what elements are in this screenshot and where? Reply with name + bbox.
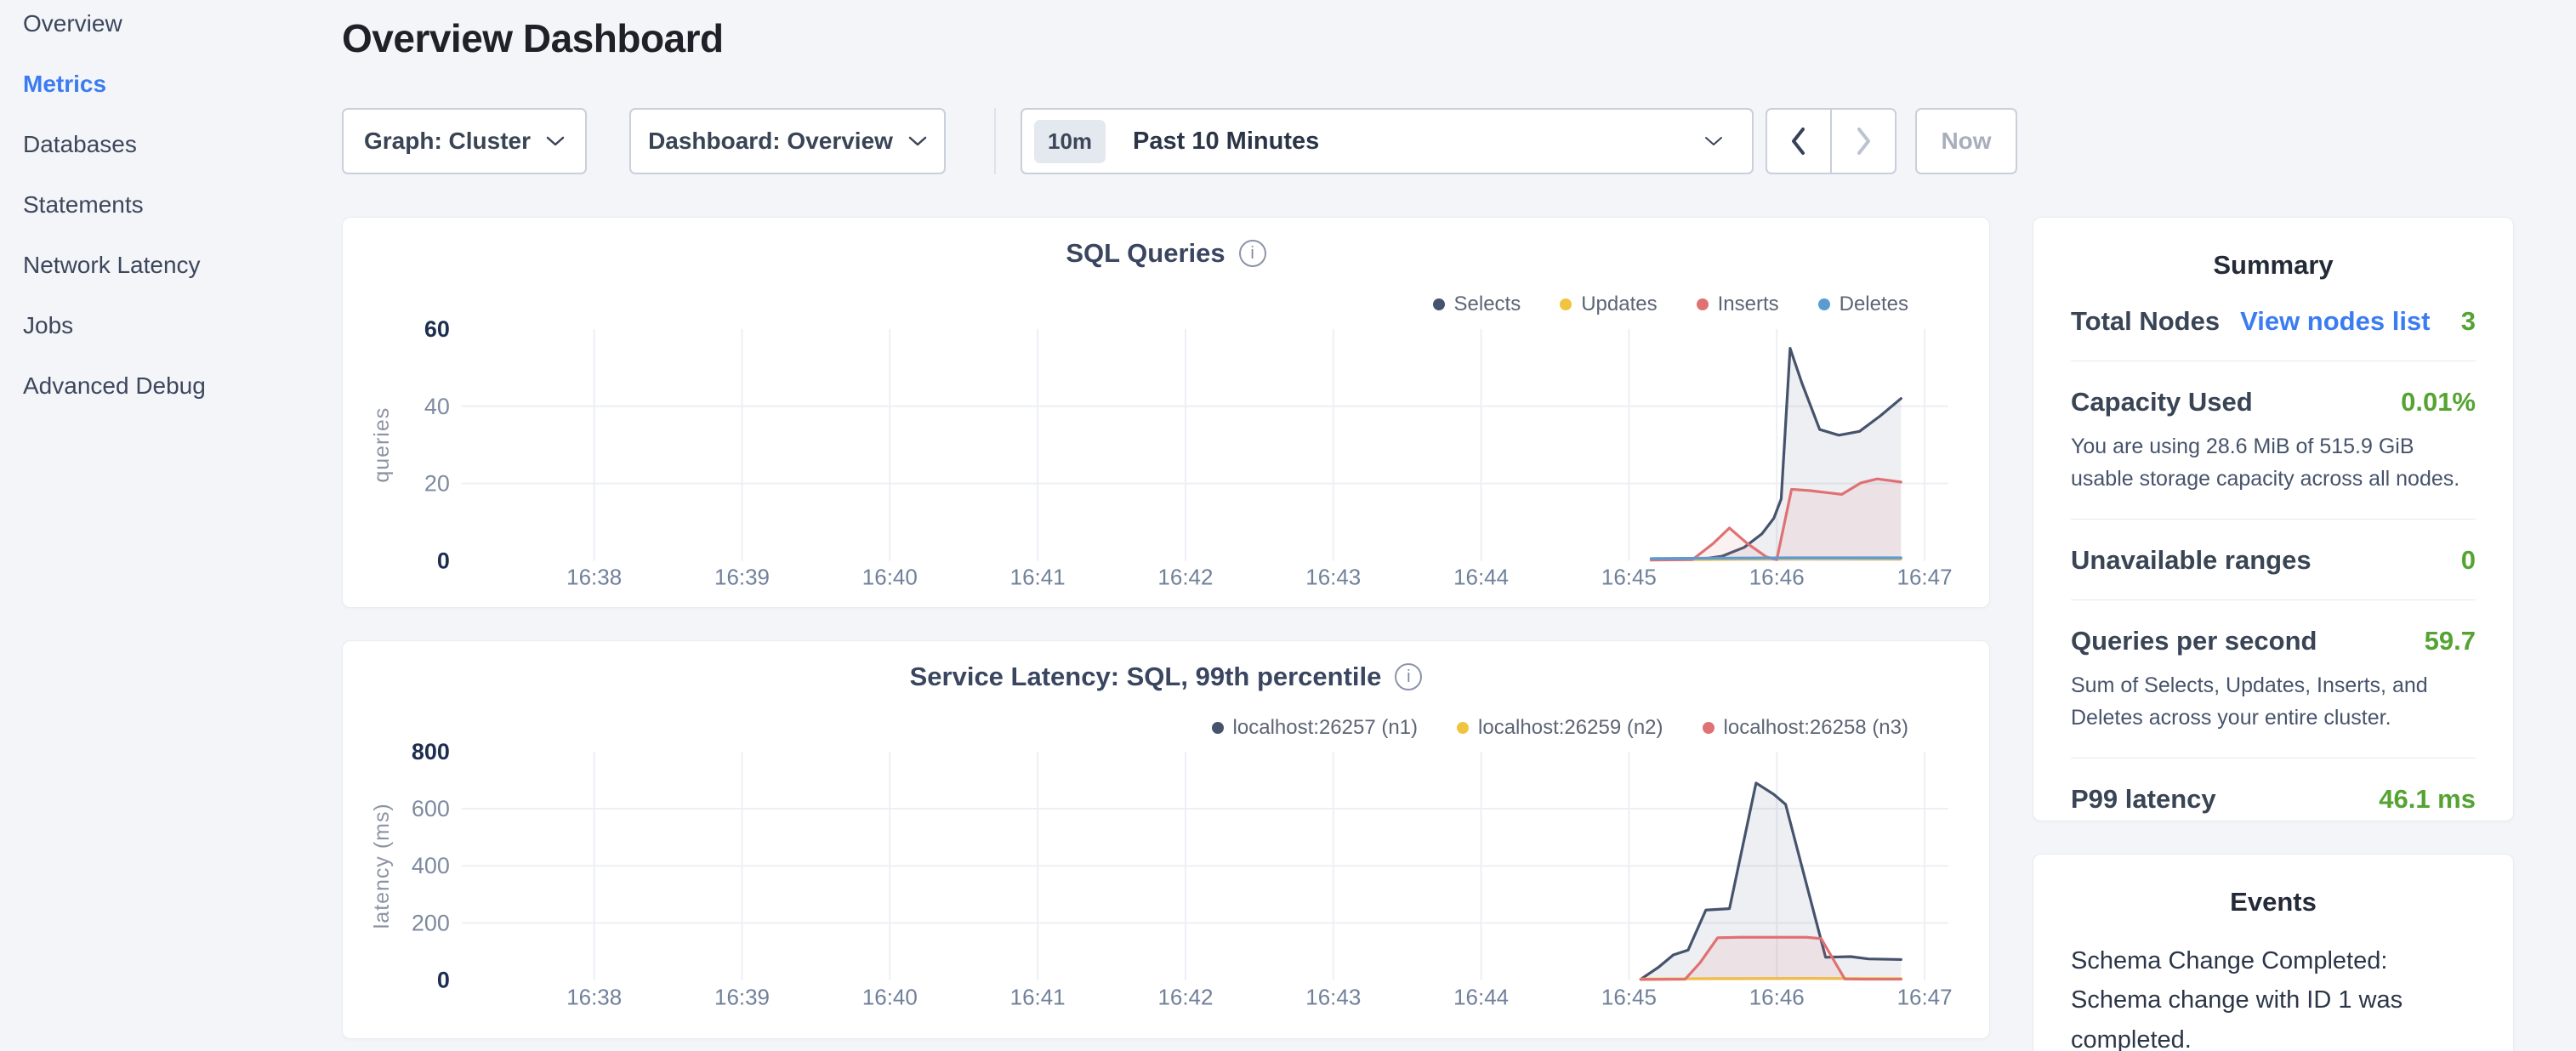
x-tick-label: 16:47 — [1897, 985, 1953, 1010]
sql-queries-card: SQL Queries i SelectsUpdatesInsertsDelet… — [342, 217, 1990, 608]
x-tick-label: 16:46 — [1749, 565, 1805, 590]
chevron-down-icon — [1704, 136, 1723, 146]
y-tick-label: 40 — [424, 394, 450, 419]
summary-value: 46.1 ms — [2379, 784, 2476, 815]
summary-label: P99 latency — [2071, 784, 2216, 815]
sidebar-item-jobs[interactable]: Jobs — [23, 314, 332, 338]
x-tick-label: 16:43 — [1305, 565, 1361, 590]
y-tick-label: 200 — [412, 910, 450, 935]
summary-panel: Summary Total Nodes View nodes list 3 Ca… — [2033, 217, 2514, 821]
sql-queries-plot[interactable]: 16:38 16:39 16:40 16:41 16:42 16:43 16:44 16:45… — [343, 218, 1989, 609]
view-nodes-list-link[interactable]: View nodes list — [2240, 306, 2430, 337]
summary-value: 0 — [2461, 545, 2476, 576]
sidebar-item-overview[interactable]: Overview — [23, 12, 332, 36]
summary-label: Unavailable ranges — [2071, 545, 2312, 576]
controls-bar: Graph: Cluster Dashboard: Overview 10m P… — [0, 108, 2576, 174]
series-line — [1651, 558, 1901, 559]
x-tick-label: 16:41 — [1010, 565, 1066, 590]
sidebar-item-advanced-debug[interactable]: Advanced Debug — [23, 374, 332, 398]
summary-title: Summary — [2071, 250, 2476, 281]
x-tick-label: 16:42 — [1157, 985, 1213, 1010]
time-next-button[interactable] — [1830, 108, 1896, 174]
graph-scope-dropdown[interactable]: Graph: Cluster — [342, 108, 587, 174]
x-tick-label: 16:39 — [714, 565, 770, 590]
x-tick-label: 16:46 — [1749, 985, 1805, 1010]
y-tick-label: 600 — [412, 796, 450, 821]
y-axis-unit-label: queries — [370, 407, 394, 483]
time-range-label: Past 10 Minutes — [1133, 128, 1319, 156]
y-tick-label: 0 — [437, 548, 450, 574]
chevron-right-icon — [1854, 126, 1873, 156]
time-prev-button[interactable] — [1766, 108, 1832, 174]
x-tick-label: 16:39 — [714, 985, 770, 1010]
summary-value: 3 — [2461, 306, 2476, 337]
x-tick-label: 16:41 — [1010, 985, 1066, 1010]
summary-row-p99-latency: P99 latency 46.1 ms — [2071, 758, 2476, 838]
summary-label: Capacity Used — [2071, 387, 2253, 418]
x-tick-label: 16:38 — [566, 565, 622, 590]
event-text: Schema Change Completed: Schema change w… — [2071, 941, 2476, 1051]
chevron-down-icon — [546, 136, 565, 146]
time-range-dropdown[interactable]: 10m Past 10 Minutes — [1021, 108, 1754, 174]
x-tick-label: 16:42 — [1157, 565, 1213, 590]
controls-divider — [994, 108, 996, 174]
x-tick-label: 16:47 — [1897, 565, 1953, 590]
summary-row-total-nodes: Total Nodes View nodes list 3 — [2071, 281, 2476, 361]
page-title: Overview Dashboard — [342, 15, 724, 61]
events-panel: Events Schema Change Completed: Schema c… — [2033, 854, 2514, 1051]
chevron-down-icon — [908, 136, 927, 146]
x-tick-label: 16:40 — [862, 565, 918, 590]
x-tick-label: 16:44 — [1453, 565, 1509, 590]
summary-label: Queries per second — [2071, 626, 2317, 656]
service-latency-plot[interactable]: 16:38 16:39 16:40 16:41 16:42 16:43 16:44 16:45… — [343, 641, 1989, 1040]
summary-row-queries-per-second: Queries per second 59.7 Sum of Selects, … — [2071, 600, 2476, 758]
y-tick-label: 400 — [412, 853, 450, 878]
summary-value: 0.01% — [2401, 387, 2476, 418]
summary-row-unavailable-ranges: Unavailable ranges 0 — [2071, 520, 2476, 600]
graph-scope-label: Graph: Cluster — [364, 128, 531, 155]
x-tick-label: 16:40 — [862, 985, 918, 1010]
event-item[interactable]: Schema Change Completed: Schema change w… — [2071, 941, 2476, 1051]
time-window-badge: 10m — [1034, 120, 1106, 163]
chevron-left-icon — [1789, 126, 1808, 156]
summary-subtext: Sum of Selects, Updates, Inserts, and De… — [2071, 670, 2476, 734]
y-tick-label: 60 — [424, 316, 450, 342]
sidebar-item-metrics[interactable]: Metrics — [23, 72, 332, 96]
now-button[interactable]: Now — [1915, 108, 2017, 174]
sidebar-item-statements[interactable]: Statements — [23, 193, 332, 217]
events-title: Events — [2071, 887, 2476, 917]
x-tick-label: 16:38 — [566, 985, 622, 1010]
x-tick-label: 16:45 — [1601, 985, 1657, 1010]
service-latency-card: Service Latency: SQL, 99th percentile i … — [342, 640, 1990, 1039]
x-tick-label: 16:45 — [1601, 565, 1657, 590]
summary-row-capacity-used: Capacity Used 0.01% You are using 28.6 M… — [2071, 361, 2476, 520]
dashboard-dropdown[interactable]: Dashboard: Overview — [629, 108, 946, 174]
summary-label: Total Nodes — [2071, 306, 2220, 337]
page: Overview Metrics Databases Statements Ne… — [0, 0, 2576, 1051]
dashboard-label: Dashboard: Overview — [648, 128, 893, 155]
y-tick-label: 0 — [437, 968, 450, 993]
sidebar-item-network-latency[interactable]: Network Latency — [23, 253, 332, 277]
y-tick-label: 20 — [424, 471, 450, 497]
x-tick-label: 16:44 — [1453, 985, 1509, 1010]
x-tick-label: 16:43 — [1305, 985, 1361, 1010]
summary-subtext: You are using 28.6 MiB of 515.9 GiB usab… — [2071, 431, 2476, 495]
y-tick-label: 800 — [412, 739, 450, 764]
summary-value: 59.7 — [2425, 626, 2476, 656]
y-axis-unit-label: latency (ms) — [370, 803, 394, 929]
